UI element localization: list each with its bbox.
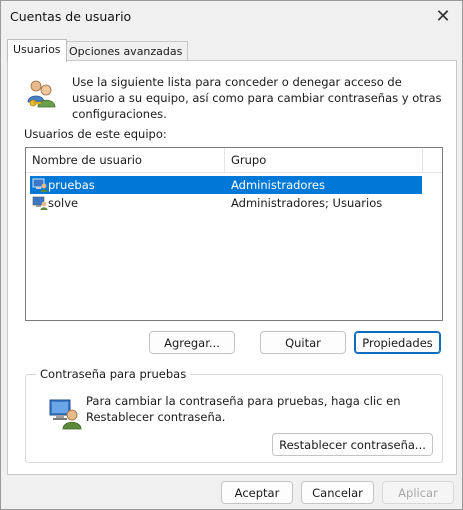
users-tab-panel: Use la siguiente lista para conceder o d… bbox=[7, 60, 457, 475]
remove-user-button-label: Quitar bbox=[285, 336, 321, 350]
tab-usuarios[interactable]: Usuarios bbox=[7, 39, 67, 63]
window-title: Cuentas de usuario bbox=[10, 9, 132, 24]
tab-opciones-avanzadas[interactable]: Opciones avanzadas bbox=[63, 41, 189, 61]
users-listview[interactable]: Nombre de usuario Grupo pruebas Administ… bbox=[25, 147, 443, 321]
table-row[interactable]: pruebas Administradores bbox=[30, 176, 422, 194]
reset-password-button-label: Restablecer contraseña... bbox=[279, 438, 426, 452]
add-user-button[interactable]: Agregar... bbox=[149, 331, 235, 354]
tab-label: Usuarios bbox=[13, 43, 61, 56]
close-button[interactable]: ✕ bbox=[428, 3, 458, 29]
ok-button-label: Aceptar bbox=[234, 486, 280, 500]
reset-password-button[interactable]: Restablecer contraseña... bbox=[272, 433, 433, 456]
table-row[interactable]: solve Administradores; Usuarios bbox=[30, 194, 422, 212]
properties-button[interactable]: Propiedades bbox=[354, 331, 441, 354]
listview-header: Nombre de usuario Grupo bbox=[26, 148, 442, 173]
apply-button[interactable]: Aplicar bbox=[382, 481, 454, 504]
users-icon bbox=[27, 80, 56, 108]
user-computer-icon bbox=[32, 196, 48, 210]
close-icon: ✕ bbox=[435, 5, 451, 27]
intro-text: Use la siguiente lista para conceder o d… bbox=[72, 75, 442, 121]
tab-label: Opciones avanzadas bbox=[69, 45, 183, 58]
column-header-username[interactable]: Nombre de usuario bbox=[32, 153, 142, 167]
group-cell: Administradores; Usuarios bbox=[231, 196, 383, 210]
group-cell: Administradores bbox=[231, 178, 325, 192]
title-bar: Cuentas de usuario ✕ bbox=[1, 1, 462, 33]
computer-user-icon bbox=[49, 399, 82, 430]
users-list-label-text: Usuarios de este equipo: bbox=[24, 127, 167, 141]
password-group-legend: Contraseña para pruebas bbox=[36, 367, 191, 381]
password-groupbox: Contraseña para pruebas Para cambiar la … bbox=[25, 367, 443, 463]
cancel-button-label: Cancelar bbox=[312, 486, 363, 500]
cancel-button[interactable]: Cancelar bbox=[301, 481, 374, 504]
column-divider[interactable] bbox=[224, 148, 225, 172]
password-instructions: Para cambiar la contraseña para pruebas,… bbox=[86, 394, 401, 424]
username-cell: pruebas bbox=[48, 178, 95, 192]
users-list-label: Usuarios de este equipo: bbox=[24, 127, 167, 141]
user-computer-icon bbox=[32, 178, 48, 192]
username-cell: solve bbox=[48, 196, 79, 210]
remove-user-button[interactable]: Quitar bbox=[260, 331, 346, 354]
column-header-group[interactable]: Grupo bbox=[231, 153, 266, 167]
add-user-button-label: Agregar... bbox=[164, 336, 220, 350]
column-divider[interactable] bbox=[422, 148, 423, 172]
user-accounts-dialog: Cuentas de usuario ✕ Usuarios Opciones a… bbox=[0, 0, 463, 510]
properties-button-label: Propiedades bbox=[362, 336, 433, 350]
ok-button[interactable]: Aceptar bbox=[221, 481, 293, 504]
apply-button-label: Aplicar bbox=[398, 486, 438, 500]
